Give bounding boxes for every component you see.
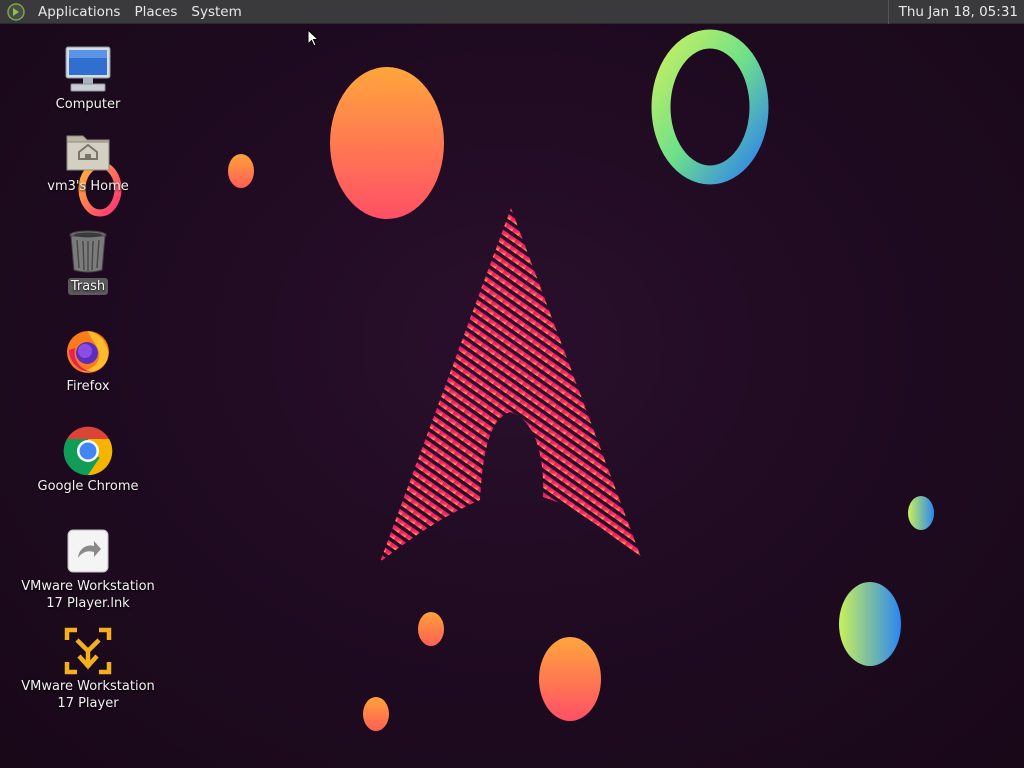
computer-icon (63, 44, 113, 94)
desktop-icon-label: vm3's Home (47, 179, 129, 194)
places-menu[interactable]: Places (127, 0, 184, 24)
vmware-icon (63, 626, 113, 676)
applications-menu[interactable]: Applications (31, 0, 127, 24)
desktop-icon-label: Firefox (66, 379, 110, 394)
shortcut-file-icon (63, 526, 113, 576)
desktop-icon-home[interactable]: vm3's Home (13, 126, 163, 195)
desktop-icon-label: VMware Workstation 17 Player (21, 679, 155, 711)
desktop[interactable]: Applications Places System Thu Jan 18, 0… (0, 0, 1024, 768)
clock[interactable]: Thu Jan 18, 05:31 (887, 0, 1024, 24)
trash-icon (63, 226, 113, 276)
desktop-icon-computer[interactable]: Computer (13, 44, 163, 113)
desktop-icon-vmware-lnk[interactable]: VMware Workstation 17 Player.lnk (13, 526, 163, 612)
desktop-icon-label: Computer (55, 97, 121, 112)
desktop-icon-label: Google Chrome (37, 479, 139, 494)
desktop-icon-firefox[interactable]: Firefox (13, 326, 163, 395)
mate-menu-icon[interactable] (7, 2, 25, 21)
firefox-icon (63, 326, 113, 376)
desktop-icon-chrome[interactable]: Google Chrome (13, 426, 163, 495)
system-menu[interactable]: System (184, 0, 248, 24)
chrome-icon (63, 426, 113, 476)
desktop-icon-trash[interactable]: Trash (13, 226, 163, 295)
desktop-icon-label: VMware Workstation 17 Player.lnk (21, 579, 155, 611)
desktop-icon-vmware[interactable]: VMware Workstation 17 Player (13, 626, 163, 712)
desktop-icon-label: Trash (67, 278, 109, 295)
home-folder-icon (63, 126, 113, 176)
mouse-cursor-icon (307, 29, 319, 47)
top-panel: Applications Places System Thu Jan 18, 0… (0, 0, 1024, 24)
